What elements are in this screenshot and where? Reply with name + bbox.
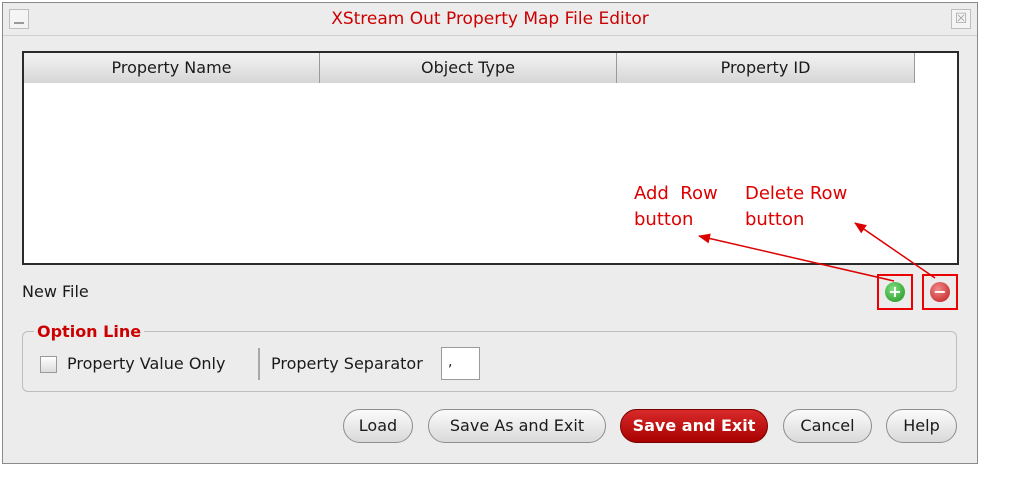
- annotation-arrows: [698, 222, 936, 282]
- delete-row-arrow: [854, 222, 936, 279]
- add-row-arrow: [698, 233, 895, 282]
